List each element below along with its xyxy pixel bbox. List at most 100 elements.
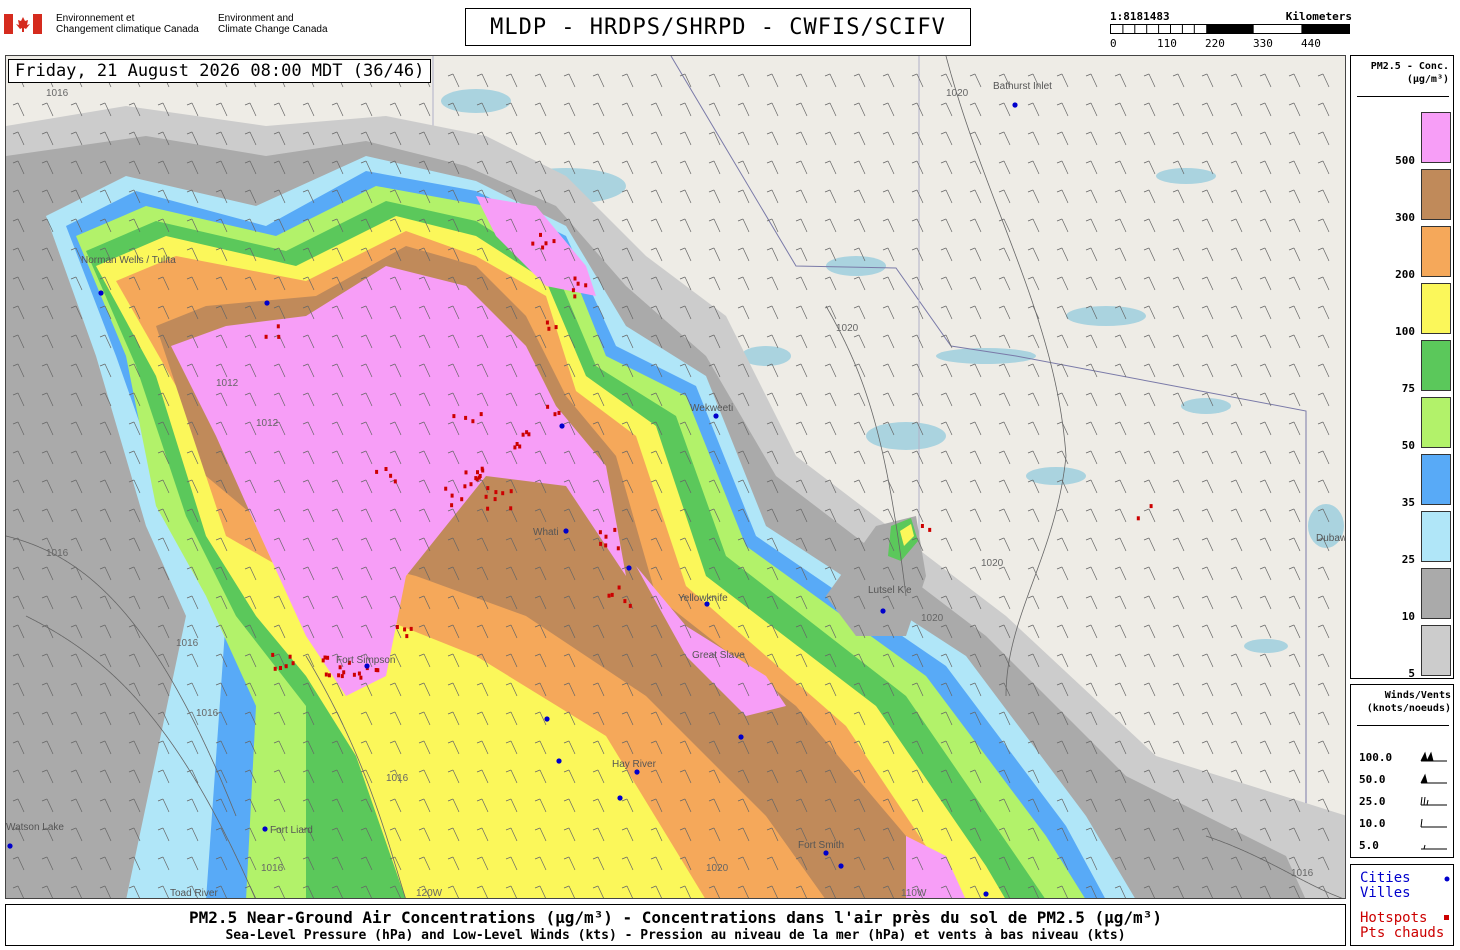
wind-barb (331, 102, 344, 117)
wind-barb (795, 392, 808, 407)
wind-barb (1317, 711, 1330, 726)
wind-barb (969, 537, 982, 552)
wind-barb (853, 218, 866, 233)
wind-barb (882, 276, 895, 291)
wind-barb (1143, 392, 1156, 407)
city-dot[interactable] (880, 608, 886, 614)
wind-barb-icon (1420, 773, 1447, 784)
wind-barb (911, 334, 924, 349)
wind-barb-icon (1420, 818, 1447, 828)
city-label: Great Slave (692, 650, 745, 661)
hotspot-marker (476, 470, 479, 475)
wind-barb (998, 276, 1011, 291)
wind-barb (621, 73, 634, 88)
wind-barb (1085, 160, 1098, 175)
wind-barb (853, 392, 866, 407)
city-dot[interactable] (7, 843, 13, 849)
wind-barb (1288, 537, 1301, 552)
wind-barb (940, 363, 953, 378)
wind-barb (1201, 276, 1214, 291)
wind-barb (1288, 740, 1301, 755)
hotspot-marker (545, 320, 549, 325)
wind-barb (679, 189, 692, 204)
city-dot[interactable] (713, 413, 719, 419)
wind-barb (1172, 131, 1185, 146)
city-dot[interactable] (544, 716, 550, 722)
wind-barb (1317, 334, 1330, 349)
wind-barb (824, 247, 837, 262)
legend-swatch (1421, 283, 1451, 334)
wind-barb (1230, 363, 1243, 378)
wind-barb (969, 566, 982, 581)
wind-barb (1027, 276, 1040, 291)
hotspot-marker (337, 673, 341, 678)
map-canvas[interactable]: 1016 1012 1012 1016 1016 1016 1020 1020 … (5, 55, 1346, 899)
wind-barb (911, 479, 924, 494)
city-dot[interactable] (838, 863, 844, 869)
wind-barb (1172, 624, 1185, 639)
wind-barb (766, 189, 779, 204)
wind-barb (1143, 160, 1156, 175)
city-dot[interactable] (626, 565, 632, 571)
city-dot[interactable] (262, 826, 268, 832)
wind-barb (1027, 131, 1040, 146)
scale-ratio: 1:8181483 (1110, 10, 1170, 23)
city-dot[interactable] (1012, 102, 1018, 108)
wind-barb (795, 218, 808, 233)
wind-barb-icon (1421, 844, 1447, 850)
hotspot-marker (552, 239, 556, 244)
wind-barb (882, 392, 895, 407)
city-dot[interactable] (559, 423, 565, 429)
wind-barb (1085, 218, 1098, 233)
wind-barb (737, 131, 750, 146)
wind-barb (621, 131, 634, 146)
city-dot[interactable] (617, 795, 623, 801)
wind-barb (592, 131, 605, 146)
wind-barb (1172, 740, 1185, 755)
wind-barb (853, 276, 866, 291)
wind-barb (621, 160, 634, 175)
wind-barb (1172, 305, 1185, 320)
city-label: Whati (533, 527, 559, 538)
wind-barb (1172, 653, 1185, 668)
city-dot[interactable] (98, 290, 104, 296)
legend-swatch (1421, 397, 1451, 448)
wind-barb (1056, 276, 1069, 291)
wind-barb (1085, 595, 1098, 610)
isobar-label: 1012 (216, 378, 239, 389)
wind-barb (737, 276, 750, 291)
wind-barb (940, 247, 953, 262)
legend-bin-label: 500 (1395, 154, 1415, 167)
wind-barb (1201, 218, 1214, 233)
wind-barb (650, 189, 663, 204)
wind-barb (766, 363, 779, 378)
hotspot-marker (571, 288, 575, 293)
wind-barb (1259, 102, 1272, 117)
wind-barb (766, 276, 779, 291)
city-dot[interactable] (634, 769, 640, 775)
wind-barb (882, 363, 895, 378)
legend-bin-label: 50 (1401, 439, 1415, 452)
wind-barb (1085, 566, 1098, 581)
city-label: Bathurst Inlet (993, 81, 1052, 92)
city-dot[interactable] (563, 528, 569, 534)
wind-barb (1259, 740, 1272, 755)
wind-barb (1317, 624, 1330, 639)
city-dot[interactable] (556, 758, 562, 764)
wind-barb (1230, 131, 1243, 146)
city-dot[interactable] (738, 734, 744, 740)
wind-barb (1056, 537, 1069, 552)
wind-barb (1114, 247, 1127, 262)
wind-barb (1201, 711, 1214, 726)
wind-speed-label: 50.0 (1359, 773, 1386, 786)
city-dot[interactable] (983, 891, 989, 897)
city-dot[interactable] (264, 300, 270, 306)
city-dot[interactable] (823, 850, 829, 856)
wind-barb (708, 247, 721, 262)
wind-barb (1143, 334, 1156, 349)
hotspot-marker (623, 599, 627, 604)
wind-barb (824, 421, 837, 436)
hotspot-marker (279, 666, 282, 670)
wind-barb (41, 102, 54, 117)
hotspot-marker (598, 530, 602, 535)
